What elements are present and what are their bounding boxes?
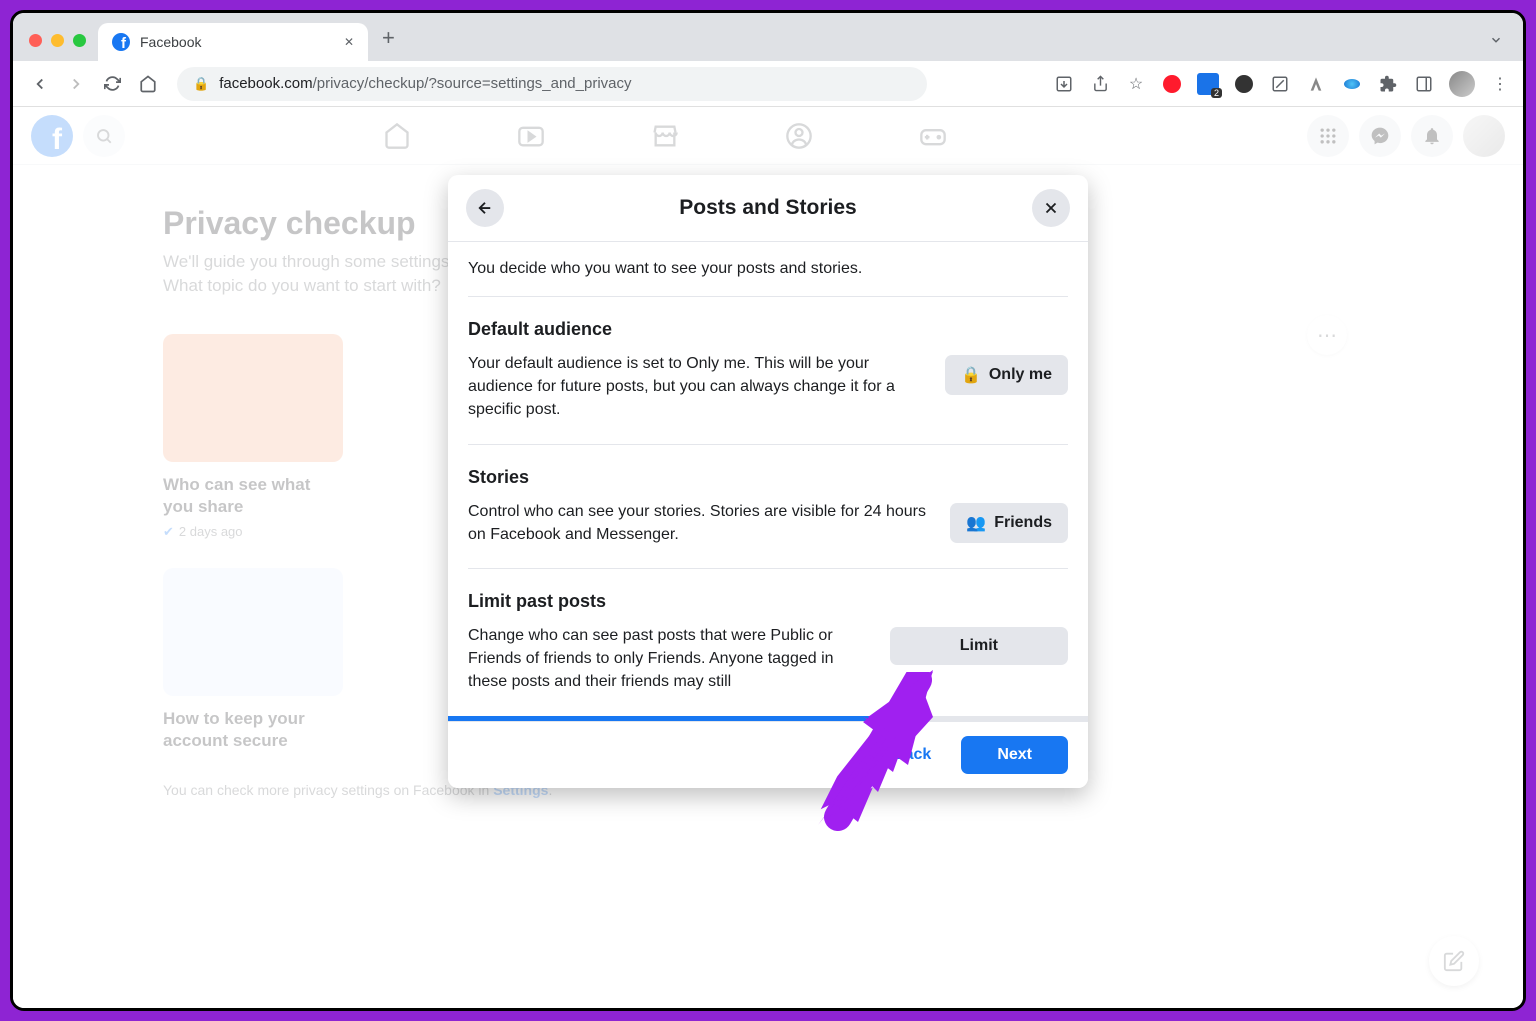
toolbar-right: ☆ ⋮: [1053, 71, 1511, 97]
section-desc: Change who can see past posts that were …: [468, 624, 872, 694]
section-desc: Your default audience is set to Only me.…: [468, 352, 927, 422]
menu-icon[interactable]: ⋮: [1489, 73, 1511, 95]
progress-fill: [448, 716, 883, 721]
reload-button[interactable]: [97, 69, 127, 99]
posts-stories-modal: Posts and Stories You decide who you wan…: [448, 175, 1088, 788]
lock-icon: 🔒: [961, 365, 981, 385]
section-title: Stories: [468, 467, 932, 488]
friends-icon: 👥: [966, 513, 986, 533]
next-button[interactable]: Next: [961, 736, 1068, 774]
default-audience-section: Default audience Your default audience i…: [468, 297, 1068, 445]
profile-avatar[interactable]: [1449, 71, 1475, 97]
modal-intro: You decide who you want to see your post…: [468, 242, 1068, 297]
section-title: Limit past posts: [468, 591, 872, 612]
back-button[interactable]: Back: [873, 736, 951, 774]
extension-5-icon[interactable]: [1305, 73, 1327, 95]
browser-window: Facebook ✕ + 🔒 facebook.com/privacy/chec…: [10, 10, 1526, 1011]
home-button[interactable]: [133, 69, 163, 99]
extension-3-icon[interactable]: [1233, 73, 1255, 95]
forward-button[interactable]: [61, 69, 91, 99]
modal-title: Posts and Stories: [679, 196, 856, 220]
browser-tab[interactable]: Facebook ✕: [98, 23, 368, 61]
lock-icon: 🔒: [193, 76, 209, 92]
tabs-dropdown-icon[interactable]: [1489, 33, 1503, 47]
install-icon[interactable]: [1053, 73, 1075, 95]
modal-body[interactable]: You decide who you want to see your post…: [448, 242, 1088, 721]
page-content: Privacy checkup We'll guide you through …: [13, 107, 1523, 1008]
sidepanel-icon[interactable]: [1413, 73, 1435, 95]
friends-button[interactable]: 👥Friends: [950, 503, 1068, 543]
extension-badge-icon[interactable]: [1197, 73, 1219, 95]
progress-bar: [448, 716, 1088, 721]
back-button[interactable]: [25, 69, 55, 99]
section-title: Default audience: [468, 319, 927, 340]
stories-section: Stories Control who can see your stories…: [468, 445, 1068, 569]
share-icon[interactable]: [1089, 73, 1111, 95]
window-controls: [29, 34, 86, 47]
only-me-button[interactable]: 🔒Only me: [945, 355, 1068, 395]
extension-opera-icon[interactable]: [1161, 73, 1183, 95]
new-tab-button[interactable]: +: [382, 25, 395, 51]
maximize-window-button[interactable]: [73, 34, 86, 47]
minimize-window-button[interactable]: [51, 34, 64, 47]
url-text: facebook.com/privacy/checkup/?source=set…: [219, 75, 631, 92]
browser-toolbar: 🔒 facebook.com/privacy/checkup/?source=s…: [13, 61, 1523, 107]
modal-close-button[interactable]: [1032, 189, 1070, 227]
limit-past-posts-section: Limit past posts Change who can see past…: [468, 569, 1068, 716]
extensions-icon[interactable]: [1377, 73, 1399, 95]
modal-header: Posts and Stories: [448, 175, 1088, 242]
section-desc: Control who can see your stories. Storie…: [468, 500, 932, 546]
bookmark-icon[interactable]: ☆: [1125, 73, 1147, 95]
close-tab-icon[interactable]: ✕: [344, 35, 354, 49]
modal-overlay: Posts and Stories You decide who you wan…: [13, 107, 1523, 1008]
tab-title: Facebook: [140, 34, 334, 50]
close-window-button[interactable]: [29, 34, 42, 47]
limit-button[interactable]: Limit: [890, 627, 1068, 665]
facebook-favicon: [112, 33, 130, 51]
extension-4-icon[interactable]: [1269, 73, 1291, 95]
modal-back-button[interactable]: [466, 189, 504, 227]
extension-6-icon[interactable]: [1341, 73, 1363, 95]
address-bar[interactable]: 🔒 facebook.com/privacy/checkup/?source=s…: [177, 67, 927, 101]
tab-bar: Facebook ✕ +: [13, 13, 1523, 61]
modal-footer: Back Next: [448, 721, 1088, 788]
